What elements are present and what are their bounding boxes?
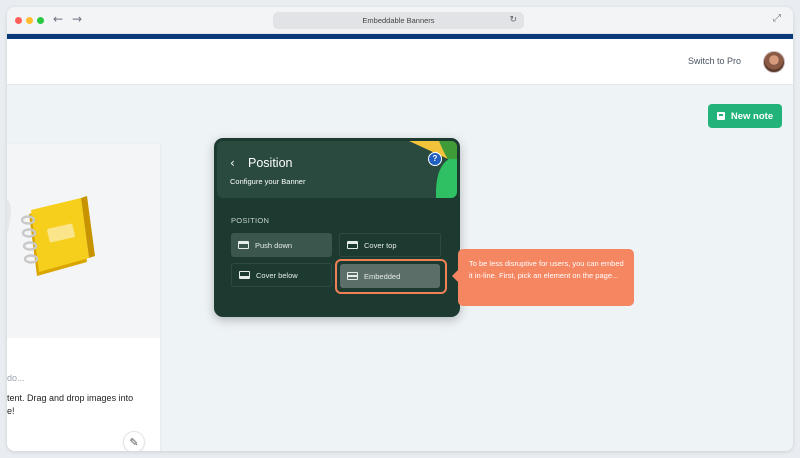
new-note-button[interactable]: New note [708, 104, 782, 128]
option-cover-below[interactable]: Cover below [231, 263, 332, 287]
option-embedded[interactable]: Embedded [340, 264, 440, 288]
embedded-icon [347, 272, 358, 280]
position-panel: ‹ Position Configure your Banner ? POSIT… [214, 138, 460, 317]
edit-note-button[interactable]: ✎ [123, 431, 145, 451]
new-note-label: New note [730, 110, 774, 122]
panel-subtitle: Configure your Banner [230, 177, 306, 186]
close-window-dot[interactable] [15, 17, 22, 24]
option-label: Cover below [256, 270, 298, 280]
fullscreen-icon[interactable]: ⤢ [773, 13, 781, 24]
main-content: New note do... tent. Drag and drop image… [7, 85, 793, 451]
option-push-down[interactable]: Push down [231, 233, 332, 257]
note-image [7, 144, 160, 338]
panel-title: Position [248, 156, 293, 170]
panel-header: ‹ Position Configure your Banner ? [217, 141, 457, 198]
reload-icon[interactable]: ↻ [509, 12, 517, 29]
forward-arrow-icon[interactable]: → [72, 12, 82, 26]
section-label: POSITION [231, 216, 270, 225]
tooltip-text: To be less disruptive for users, you can… [469, 259, 624, 280]
note-card[interactable]: do... tent. Drag and drop images into e!… [7, 144, 160, 451]
switch-to-pro-link[interactable]: Switch to Pro [688, 56, 741, 66]
notebook-illustration [7, 196, 95, 276]
maximize-window-dot[interactable] [37, 17, 44, 24]
address-bar[interactable]: Embeddable Banners ↻ [273, 12, 524, 29]
note-placeholder-text: do... [7, 373, 25, 383]
pencil-icon: ✎ [129, 435, 139, 449]
app-header: Switch to Pro [7, 39, 793, 85]
guide-tooltip: To be less disruptive for users, you can… [452, 249, 634, 306]
user-avatar[interactable] [763, 51, 785, 73]
back-icon[interactable]: ‹ [230, 156, 235, 170]
minimize-window-dot[interactable] [26, 17, 33, 24]
option-label: Push down [255, 240, 293, 250]
help-icon[interactable]: ? [428, 152, 442, 166]
option-label: Cover top [364, 240, 397, 250]
address-bar-title: Embeddable Banners [362, 16, 435, 25]
cover-below-icon [239, 271, 250, 279]
push-down-icon [238, 241, 249, 249]
option-cover-top[interactable]: Cover top [339, 233, 441, 257]
browser-toolbar: ← → Embeddable Banners ↻ ⤢ [7, 7, 793, 34]
note-description: tent. Drag and drop images into e! [7, 393, 134, 416]
note-icon [716, 112, 725, 120]
browser-window: ← → Embeddable Banners ↻ ⤢ Switch to Pro… [7, 7, 793, 451]
cover-top-icon [347, 241, 358, 249]
back-arrow-icon[interactable]: ← [53, 12, 63, 26]
option-label: Embedded [364, 271, 401, 281]
